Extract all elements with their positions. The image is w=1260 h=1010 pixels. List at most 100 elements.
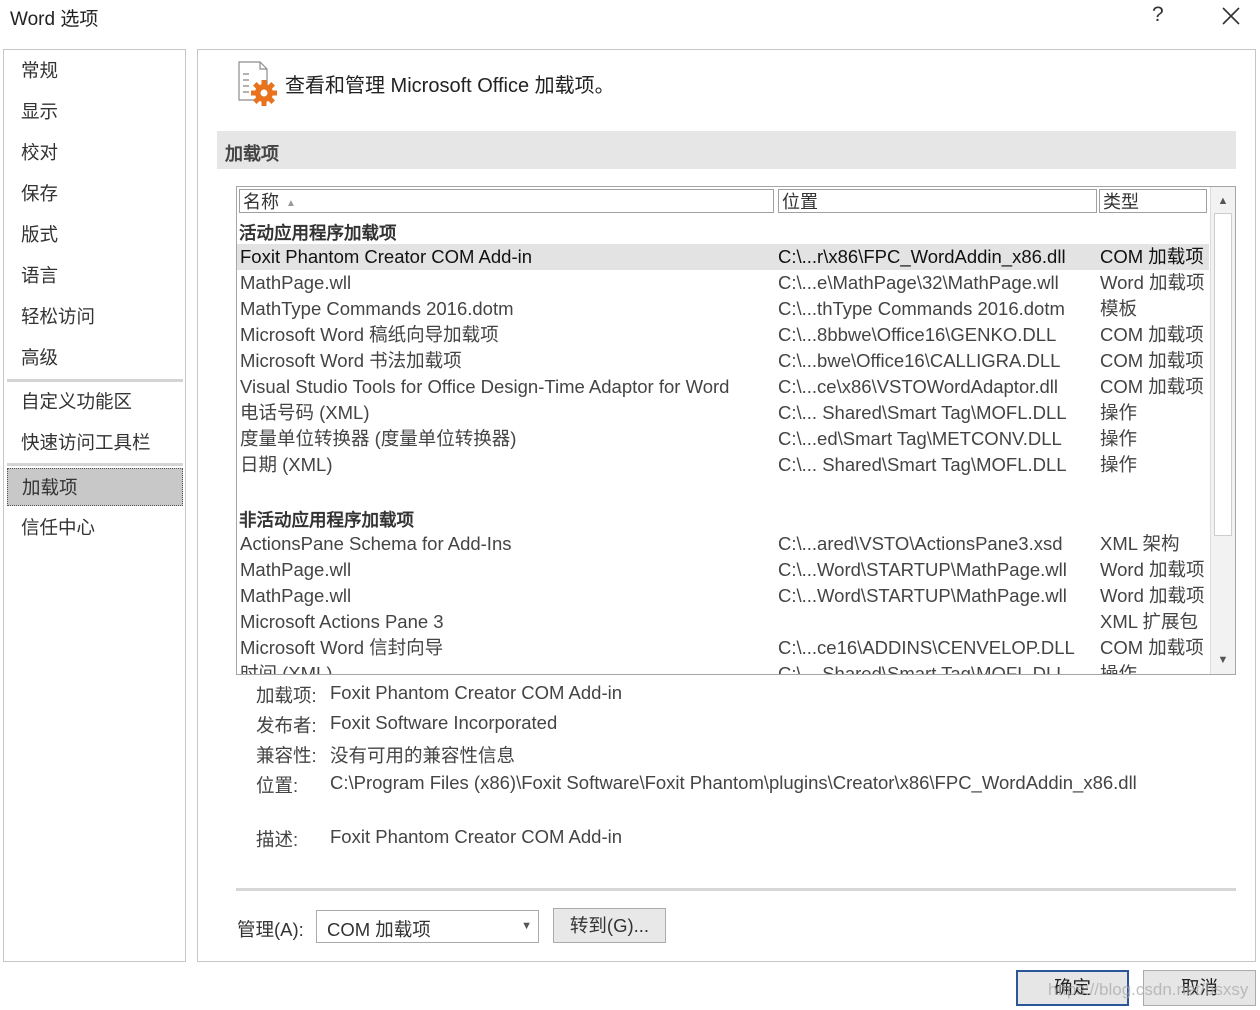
addin-location: C:\...ce16\ADDINS\CENVELOP.DLL <box>778 637 1075 658</box>
addin-location: C:\...e\MathPage\32\MathPage.wll <box>778 272 1059 293</box>
addin-name: Microsoft Word 书法加载项 <box>240 350 462 371</box>
scroll-up-icon[interactable]: ▲ <box>1211 189 1235 213</box>
addin-type: XML 架构 <box>1100 533 1180 554</box>
go-button[interactable]: 转到(G)... <box>553 908 666 943</box>
addin-type: COM 加载项 <box>1100 324 1204 345</box>
addin-location: C:\...thType Commands 2016.dotm <box>778 298 1065 319</box>
addin-location: C:\...ed\Smart Tag\METCONV.DLL <box>778 428 1062 449</box>
detail-location-label: 位置: <box>256 775 299 796</box>
list-item[interactable]: MathPage.wll C:\...e\MathPage\32\MathPag… <box>237 270 1209 296</box>
help-button[interactable]: ? <box>1152 3 1164 27</box>
list-item[interactable]: Microsoft Actions Pane 3 XML 扩展包 <box>237 609 1209 635</box>
addin-location: C:\... Shared\Smart Tag\MOFL.DLL <box>778 663 1067 675</box>
addin-type: XML 扩展包 <box>1100 611 1198 632</box>
addin-name: MathPage.wll <box>240 272 352 293</box>
list-scrollbar[interactable]: ▲ ▼ <box>1210 187 1235 674</box>
column-header-type[interactable]: 类型 <box>1099 189 1207 213</box>
chevron-down-icon: ▼ <box>521 920 532 932</box>
nav-item-quick-access-toolbar[interactable]: 快速访问工具栏 <box>7 424 183 462</box>
addin-type: Word 加载项 <box>1100 585 1205 606</box>
addins-gear-icon <box>236 60 280 106</box>
addin-name: 度量单位转换器 (度量单位转换器) <box>240 428 517 449</box>
detail-desc-value: Foxit Phantom Creator COM Add-in <box>330 826 622 847</box>
scroll-down-icon[interactable]: ▼ <box>1211 648 1235 672</box>
addin-type: 模板 <box>1100 298 1138 319</box>
addin-location: C:\... Shared\Smart Tag\MOFL.DLL <box>778 402 1067 423</box>
addin-location: C:\...ared\VSTO\ActionsPane3.xsd <box>778 533 1063 554</box>
addin-name: Foxit Phantom Creator COM Add-in <box>240 246 532 267</box>
nav-item-typography[interactable]: 版式 <box>7 216 183 254</box>
column-header-name-label: 名称 <box>243 192 279 212</box>
nav-item-proofing[interactable]: 校对 <box>7 134 183 172</box>
column-header-name[interactable]: 名称 ▲ <box>239 189 774 213</box>
addin-name: Microsoft Word 信封向导 <box>240 637 444 658</box>
list-item[interactable]: ActionsPane Schema for Add-Ins C:\...are… <box>237 531 1209 557</box>
manage-dropdown[interactable]: COM 加载项 ▼ <box>316 910 539 943</box>
section-header-bar <box>217 131 1236 169</box>
detail-desc-label: 描述: <box>256 829 299 850</box>
detail-location-value: C:\Program Files (x86)\Foxit Software\Fo… <box>330 772 1137 793</box>
addin-type: 操作 <box>1100 402 1138 423</box>
detail-compat-label: 兼容性: <box>256 745 317 766</box>
addin-type: Word 加载项 <box>1100 559 1205 580</box>
nav-item-display[interactable]: 显示 <box>7 93 183 131</box>
addin-type: COM 加载项 <box>1100 376 1204 397</box>
addin-name: MathType Commands 2016.dotm <box>240 298 514 319</box>
list-item[interactable]: Microsoft Word 信封向导 C:\...ce16\ADDINS\CE… <box>237 635 1209 661</box>
nav-item-trust-center[interactable]: 信任中心 <box>7 509 183 547</box>
nav-item-advanced[interactable]: 高级 <box>7 339 183 377</box>
detail-compat-value: 没有可用的兼容性信息 <box>330 745 516 766</box>
close-icon[interactable] <box>1219 4 1243 28</box>
nav-divider <box>7 379 183 382</box>
list-item[interactable]: Microsoft Word 稿纸向导加载项 C:\...8bbwe\Offic… <box>237 322 1209 348</box>
addin-name: 电话号码 (XML) <box>240 402 370 423</box>
divider <box>236 888 1236 891</box>
addin-type: COM 加载项 <box>1100 246 1204 267</box>
options-nav: 常规 显示 校对 保存 版式 语言 轻松访问 高级 自定义功能区 快速访问工具栏… <box>3 49 186 962</box>
nav-item-general[interactable]: 常规 <box>7 52 183 90</box>
addins-list[interactable]: 名称 ▲ 位置 类型 活动应用程序加载项 Foxit Phantom Creat… <box>236 186 1236 675</box>
nav-item-addins[interactable]: 加载项 <box>7 468 183 506</box>
list-item[interactable]: Visual Studio Tools for Office Design-Ti… <box>237 374 1209 400</box>
window-title: Word 选项 <box>10 9 99 30</box>
addin-location: C:\...bwe\Office16\CALLIGRA.DLL <box>778 350 1061 371</box>
detail-addin-value: Foxit Phantom Creator COM Add-in <box>330 682 622 703</box>
addin-location: C:\... Shared\Smart Tag\MOFL.DLL <box>778 454 1067 475</box>
list-item[interactable]: MathType Commands 2016.dotm C:\...thType… <box>237 296 1209 322</box>
column-header-location[interactable]: 位置 <box>778 189 1097 213</box>
list-item[interactable]: Microsoft Word 书法加载项 C:\...bwe\Office16\… <box>237 348 1209 374</box>
nav-divider <box>7 463 183 466</box>
addin-type: COM 加载项 <box>1100 350 1204 371</box>
list-item[interactable]: 时间 (XML) C:\... Shared\Smart Tag\MOFL.DL… <box>237 661 1209 675</box>
nav-item-customize-ribbon[interactable]: 自定义功能区 <box>7 383 183 421</box>
list-item[interactable]: 日期 (XML) C:\... Shared\Smart Tag\MOFL.DL… <box>237 452 1209 478</box>
nav-item-language[interactable]: 语言 <box>7 257 183 295</box>
addin-type: COM 加载项 <box>1100 637 1204 658</box>
addin-type: 操作 <box>1100 454 1138 475</box>
list-item[interactable]: 电话号码 (XML) C:\... Shared\Smart Tag\MOFL.… <box>237 400 1209 426</box>
addin-name: Visual Studio Tools for Office Design-Ti… <box>240 376 730 397</box>
nav-item-accessibility[interactable]: 轻松访问 <box>7 298 183 336</box>
section-title: 加载项 <box>225 144 279 164</box>
list-item[interactable]: MathPage.wll C:\...Word\STARTUP\MathPage… <box>237 583 1209 609</box>
detail-publisher-label: 发布者: <box>256 715 317 736</box>
list-item[interactable]: MathPage.wll C:\...Word\STARTUP\MathPage… <box>237 557 1209 583</box>
addin-name: ActionsPane Schema for Add-Ins <box>240 533 512 554</box>
addin-location: C:\...Word\STARTUP\MathPage.wll <box>778 585 1067 606</box>
list-item[interactable]: 度量单位转换器 (度量单位转换器) C:\...ed\Smart Tag\MET… <box>237 426 1209 452</box>
group-inactive-addins: 非活动应用程序加载项 <box>239 510 414 530</box>
addin-type: 操作 <box>1100 663 1138 675</box>
addin-name: MathPage.wll <box>240 559 352 580</box>
nav-item-save[interactable]: 保存 <box>7 175 183 213</box>
addin-name: Microsoft Word 稿纸向导加载项 <box>240 324 499 345</box>
group-active-addins: 活动应用程序加载项 <box>239 223 397 243</box>
addin-name: Microsoft Actions Pane 3 <box>240 611 444 632</box>
addin-location: C:\...8bbwe\Office16\GENKO.DLL <box>778 324 1057 345</box>
scrollbar-thumb[interactable] <box>1214 213 1232 536</box>
page-heading: 查看和管理 Microsoft Office 加载项。 <box>285 75 615 97</box>
sort-ascending-icon: ▲ <box>286 198 296 209</box>
addin-type: 操作 <box>1100 428 1138 449</box>
addin-name: 时间 (XML) <box>240 663 333 675</box>
list-item[interactable]: Foxit Phantom Creator COM Add-in C:\...r… <box>237 244 1209 270</box>
addin-name: 日期 (XML) <box>240 454 333 475</box>
